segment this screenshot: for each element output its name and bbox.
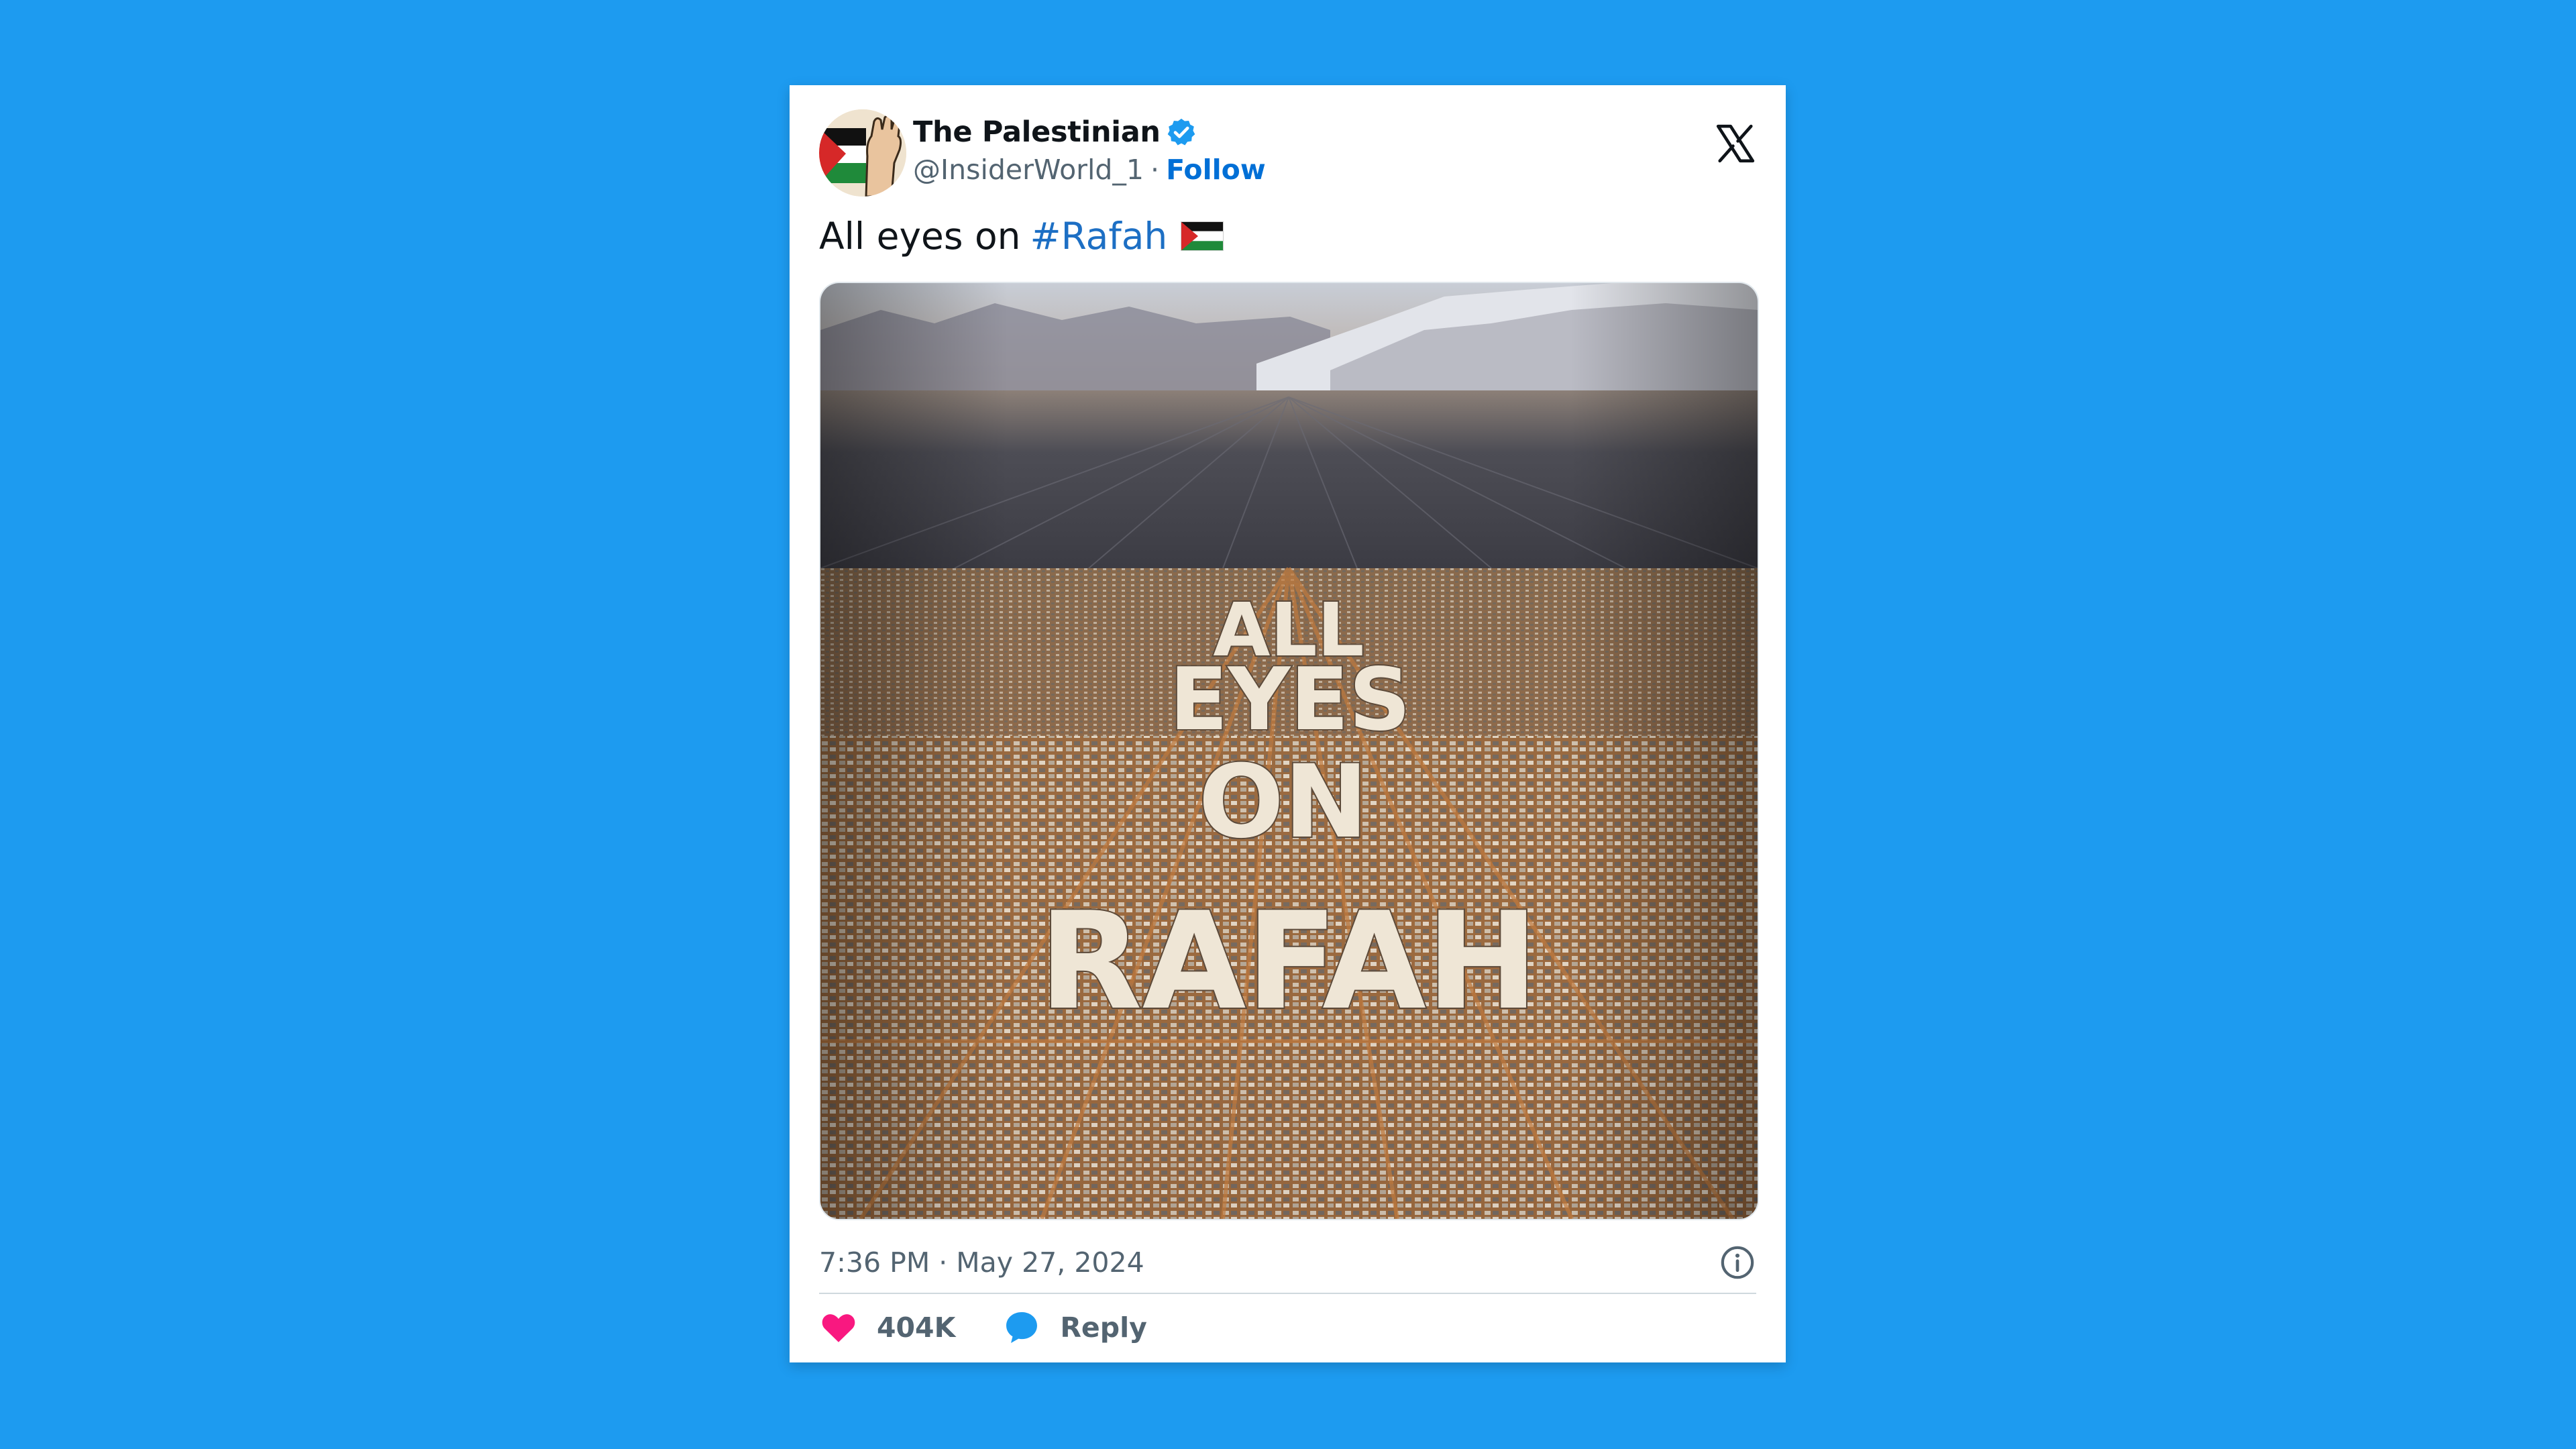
info-icon[interactable]: [1719, 1244, 1756, 1281]
hashtag-link[interactable]: #Rafah: [1030, 215, 1168, 258]
name-row: The Palestinian: [913, 113, 1266, 151]
like-count: 404K: [877, 1311, 956, 1344]
handle-row: @InsiderWorld_1 · Follow: [913, 151, 1266, 189]
handle[interactable]: @InsiderWorld_1: [913, 154, 1144, 186]
tweet-header: The Palestinian @InsiderWorld_1 · Follow: [819, 109, 1756, 197]
display-name[interactable]: The Palestinian: [913, 115, 1161, 149]
timestamp[interactable]: 7:36 PM · May 27, 2024: [819, 1246, 1144, 1279]
tweet-media-image[interactable]: ALL EYES ON RAFAH: [819, 282, 1759, 1220]
follow-button[interactable]: Follow: [1166, 154, 1266, 186]
tweet-actions: 404K Reply: [819, 1301, 1194, 1354]
reply-button[interactable]: Reply: [1002, 1308, 1147, 1347]
rafah-camp-image: ALL EYES ON RAFAH: [820, 283, 1758, 1219]
tweet-meta: 7:36 PM · May 27, 2024: [819, 1232, 1756, 1294]
speech-bubble-icon: [1006, 1312, 1038, 1343]
tweet-text: All eyes on #Rafah: [819, 206, 1224, 266]
image-word-rafah: RAFAH: [1039, 883, 1539, 1040]
tweet-text-prefix: All eyes on: [819, 215, 1021, 258]
separator: ·: [1150, 154, 1160, 186]
avatar-image: [819, 109, 906, 197]
palestine-flag-icon: [1181, 221, 1224, 251]
image-word-on: ON: [1198, 744, 1368, 861]
like-button[interactable]: 404K: [819, 1308, 955, 1347]
avatar[interactable]: [819, 109, 906, 197]
tweet-card: The Palestinian @InsiderWorld_1 · Follow…: [790, 85, 1786, 1362]
reply-label: Reply: [1060, 1311, 1147, 1344]
heart-icon: [822, 1314, 855, 1342]
image-word-eyes: EYES: [1169, 650, 1411, 750]
verified-badge-icon: [1167, 118, 1195, 146]
x-logo-icon[interactable]: [1715, 123, 1756, 164]
user-info: The Palestinian @InsiderWorld_1 · Follow: [913, 113, 1266, 189]
